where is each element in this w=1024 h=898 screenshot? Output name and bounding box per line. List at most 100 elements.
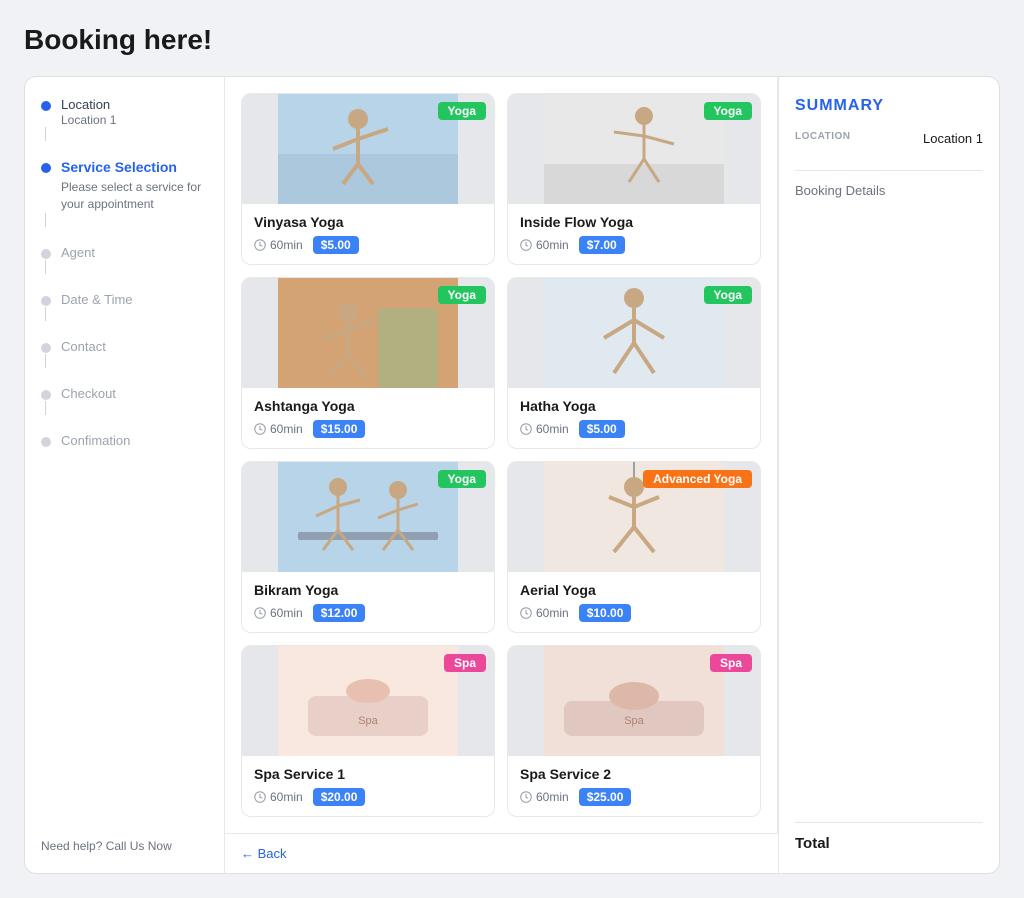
card-price-ashtanga: $15.00 [313,420,366,438]
card-duration-spa1: 60min [254,790,303,804]
card-meta-ashtanga: 60min $15.00 [254,420,482,438]
card-image-bikram: Yoga [242,462,494,572]
card-price-inside-flow: $7.00 [579,236,625,254]
card-body-spa2: Spa Service 2 60min $25.00 [508,756,760,816]
step-location[interactable]: LocationLocation 1 [41,97,208,141]
card-meta-spa2: 60min $25.00 [520,788,748,806]
card-body-hatha: Hatha Yoga 60min $5.00 [508,388,760,448]
card-tag-inside-flow: Yoga [704,102,752,120]
step-dot-service [41,163,51,173]
service-card-inside-flow[interactable]: Yoga Inside Flow Yoga 60min $7.00 [507,93,761,265]
service-card-aerial[interactable]: Advanced Yoga Aerial Yoga 60min $10.00 [507,461,761,633]
total-bar: Total [795,822,983,853]
summary-panel: SUMMARY LOCATION Location 1 Booking Deta… [779,77,999,873]
help-text: Need help? Call Us Now [41,839,208,853]
step-connector-datetime [45,307,46,321]
card-title-spa2: Spa Service 2 [520,766,748,782]
step-service[interactable]: Service Selection Please select a service… [41,159,208,227]
clock-icon [254,791,266,803]
card-duration-hatha: 60min [520,422,569,436]
step-dot-location [41,101,51,111]
step-label-service: Service Selection [61,159,208,175]
card-image-vinyasa: Yoga [242,94,494,204]
card-price-vinyasa: $5.00 [313,236,359,254]
step-dot-agent [41,249,51,259]
step-connector-location [45,127,46,141]
clock-icon [520,239,532,251]
step-agent: Agent [41,245,208,274]
step-label-agent: Agent [61,245,95,260]
service-card-hatha[interactable]: Yoga Hatha Yoga 60min $5.00 [507,277,761,449]
card-meta-bikram: 60min $12.00 [254,604,482,622]
step-connector-checkout [45,401,46,415]
card-body-spa1: Spa Service 1 60min $20.00 [242,756,494,816]
card-body-bikram: Bikram Yoga 60min $12.00 [242,572,494,632]
step-dot-contact [41,343,51,353]
back-bar: ← Back [225,833,778,873]
card-duration-vinyasa: 60min [254,238,303,252]
clock-icon [254,239,266,251]
card-meta-vinyasa: 60min $5.00 [254,236,482,254]
service-card-spa1[interactable]: Spa Spa Spa Service 1 60min $20.00 [241,645,495,817]
step-datetime: Date & Time [41,292,208,321]
step-confirmation: Confimation [41,433,208,448]
booking-details-label: Booking Details [795,183,983,198]
service-card-vinyasa[interactable]: Yoga Vinyasa Yoga 60min $5.00 [241,93,495,265]
step-dot-checkout [41,390,51,400]
card-title-aerial: Aerial Yoga [520,582,748,598]
card-tag-spa1: Spa [444,654,486,672]
card-duration-inside-flow: 60min [520,238,569,252]
card-price-hatha: $5.00 [579,420,625,438]
step-label-confirmation: Confimation [61,433,130,448]
step-connector-service [45,213,46,227]
card-title-spa1: Spa Service 1 [254,766,482,782]
clock-icon [254,423,266,435]
main-content-wrap: Yoga Vinyasa Yoga 60min $5.00 Yoga [225,77,779,873]
card-meta-hatha: 60min $5.00 [520,420,748,438]
card-body-vinyasa: Vinyasa Yoga 60min $5.00 [242,204,494,264]
card-title-ashtanga: Ashtanga Yoga [254,398,482,414]
booking-container: LocationLocation 1 Service SelectionPlea… [24,76,1000,874]
card-image-inside-flow: Yoga [508,94,760,204]
card-image-spa1: Spa Spa [242,646,494,756]
card-duration-spa2: 60min [520,790,569,804]
card-title-hatha: Hatha Yoga [520,398,748,414]
step-contact: Contact [41,339,208,368]
card-tag-hatha: Yoga [704,286,752,304]
step-connector-agent [45,260,46,274]
service-card-bikram[interactable]: Yoga Bikram Yoga 60min $12.00 [241,461,495,633]
clock-icon [520,423,532,435]
card-price-aerial: $10.00 [579,604,632,622]
card-tag-spa2: Spa [710,654,752,672]
step-label-datetime: Date & Time [61,292,133,307]
step-connector-contact [45,354,46,368]
clock-icon [520,607,532,619]
location-value: Location 1 [923,131,983,146]
card-title-bikram: Bikram Yoga [254,582,482,598]
service-card-spa2[interactable]: Spa Spa Spa Service 2 60min $25.00 [507,645,761,817]
step-label-location: Location [61,97,116,112]
card-tag-aerial: Advanced Yoga [643,470,752,488]
clock-icon [520,791,532,803]
card-title-inside-flow: Inside Flow Yoga [520,214,748,230]
card-price-spa2: $25.00 [579,788,632,806]
card-duration-aerial: 60min [520,606,569,620]
services-grid: Yoga Vinyasa Yoga 60min $5.00 Yoga [241,93,761,817]
step-checkout: Checkout [41,386,208,415]
page-title: Booking here! [24,24,1000,56]
back-button[interactable]: ← Back [241,846,287,861]
card-body-inside-flow: Inside Flow Yoga 60min $7.00 [508,204,760,264]
svg-text:Spa: Spa [358,715,378,727]
card-duration-ashtanga: 60min [254,422,303,436]
steps-list: LocationLocation 1 Service Selection Plea… [41,97,208,448]
step-description-service: Please select a service for your appoint… [61,179,208,213]
card-image-ashtanga: Yoga [242,278,494,388]
card-duration-bikram: 60min [254,606,303,620]
summary-divider [795,170,983,171]
location-label: LOCATION [795,131,850,146]
service-card-ashtanga[interactable]: Yoga Ashtanga Yoga 60min $15.00 [241,277,495,449]
svg-text:Spa: Spa [624,715,644,727]
card-price-spa1: $20.00 [313,788,366,806]
services-section: Yoga Vinyasa Yoga 60min $5.00 Yoga [225,77,778,833]
location-row: LOCATION Location 1 [795,131,983,146]
